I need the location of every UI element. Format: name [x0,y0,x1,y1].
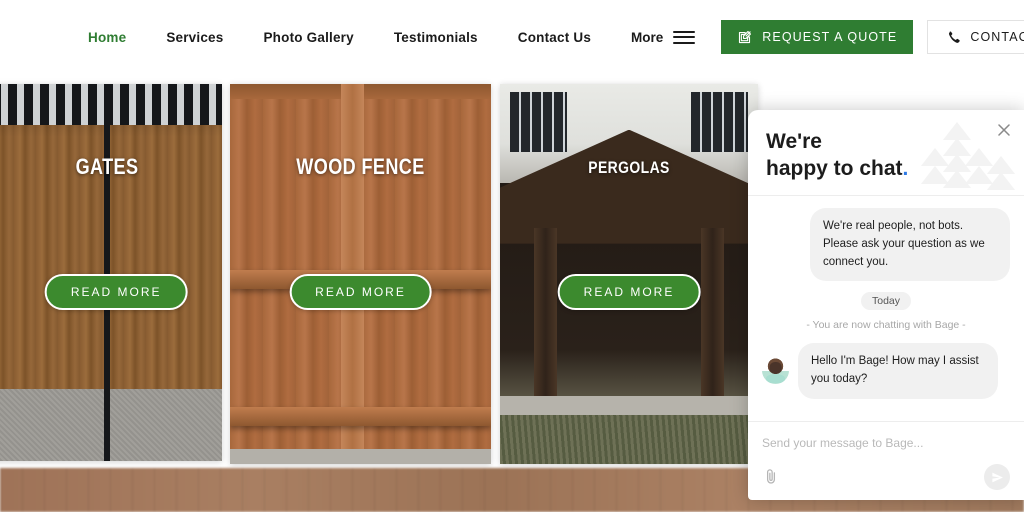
chat-composer [748,421,1024,500]
contact-button[interactable]: CONTACT [927,20,1024,54]
page-root: Home Services Photo Gallery Testimonials… [0,0,1024,512]
card-gates-image [0,84,222,461]
paperclip-icon[interactable] [762,468,780,486]
nav-item-more[interactable]: More [631,29,696,45]
send-icon [991,472,1003,482]
close-icon[interactable] [996,122,1012,138]
chat-title-line1: We're [766,130,822,153]
chat-agent-message: Hello I'm Bage! How may I assist you tod… [798,343,998,400]
chat-intro-message: We're real people, not bots. Please ask … [810,208,1010,282]
chat-day-divider: Today [762,292,1010,311]
hamburger-icon[interactable] [673,30,696,44]
nav-item-contact-us[interactable]: Contact Us [518,30,591,45]
agent-avatar [762,357,789,385]
chat-widget: We're happy to chat. We're real people, … [748,110,1024,500]
chat-message-list: We're real people, not bots. Please ask … [748,196,1024,421]
request-a-quote-button[interactable]: REQUEST A QUOTE [721,20,914,54]
card-gates-title: GATES [75,154,139,179]
nav-item-photo-gallery[interactable]: Photo Gallery [263,30,353,45]
nav-more-label: More [631,29,664,45]
chat-system-line: - You are now chatting with Bage - [806,319,966,332]
card-wood-fence-title: WOOD FENCE [296,154,425,179]
card-gates-read-more-button[interactable]: READ MORE [44,274,188,310]
chat-intro-row: We're real people, not bots. Please ask … [762,208,1010,282]
card-pergolas-read-more-button[interactable]: READ MORE [557,274,701,310]
card-wood-fence-read-more-button[interactable]: READ MORE [289,274,432,310]
chat-title-dot: . [902,157,909,181]
chat-day-badge: Today [860,292,912,311]
card-pergolas-title: PERGOLAS [588,158,670,177]
chat-title-line2-wrap: happy to chat. [766,155,1006,182]
nav-item-services[interactable]: Services [166,30,223,45]
chat-title-line2: happy to chat [766,157,903,181]
site-header: Home Services Photo Gallery Testimonials… [0,0,1024,74]
contact-button-label: CONTACT [970,30,1024,44]
main-navigation: Home Services Photo Gallery Testimonials… [88,20,1024,54]
nav-item-home[interactable]: Home [88,30,126,45]
nav-item-testimonials[interactable]: Testimonials [394,30,478,45]
send-button[interactable] [984,464,1010,490]
chat-title: We're happy to chat. [766,128,1006,183]
phone-icon [946,30,961,44]
chat-composer-tools [762,464,1010,490]
request-a-quote-label: REQUEST A QUOTE [762,30,898,44]
chat-message-input[interactable] [762,434,1010,464]
chat-header: We're happy to chat. [748,110,1024,196]
card-gates[interactable]: GATES READ MORE [0,84,222,461]
edit-square-icon [737,30,752,45]
card-wood-fence[interactable]: WOOD FENCE READ MORE [230,84,491,464]
card-pergolas[interactable]: PERGOLAS READ MORE [500,84,758,464]
chat-agent-row: Hello I'm Bage! How may I assist you tod… [762,343,1010,400]
